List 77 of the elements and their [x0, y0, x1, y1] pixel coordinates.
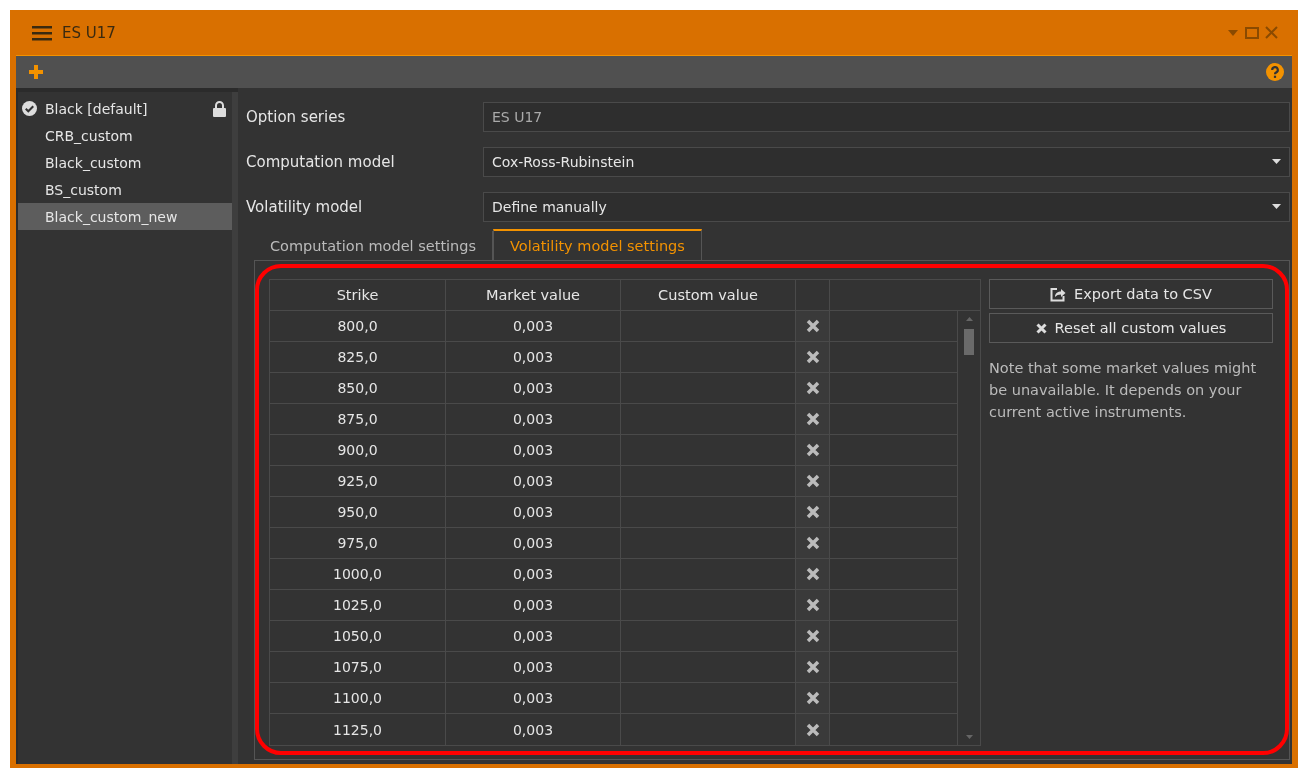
dropdown-field[interactable]: Cox-Ross-Rubinstein	[483, 146, 1290, 177]
table-cell: 975,0	[270, 528, 446, 559]
reset-button[interactable]: Reset all custom values	[989, 313, 1273, 343]
tab[interactable]: Computation model settings	[254, 231, 494, 260]
table-cell: 0,003	[446, 435, 621, 466]
tab[interactable]: Volatility model settings	[493, 229, 702, 260]
clear-icon	[1035, 322, 1047, 334]
table-cell: 0,003	[446, 373, 621, 404]
clear-icon[interactable]	[805, 443, 820, 457]
table-cell: 1000,0	[270, 559, 446, 590]
table-cell: 925,0	[270, 466, 446, 497]
export-button[interactable]: Export data to CSV	[989, 279, 1273, 309]
column-header: Custom value	[621, 280, 796, 311]
table-cell: 1050,0	[270, 621, 446, 652]
table-cell: 900,0	[270, 435, 446, 466]
table-cell: 950,0	[270, 497, 446, 528]
clear-icon[interactable]	[805, 381, 820, 395]
menu-icon[interactable]	[32, 24, 52, 41]
field-label: Option series	[246, 107, 347, 126]
table-cell: 0,003	[446, 559, 621, 590]
table-cell: 875,0	[270, 404, 446, 435]
table-cell: 0,003	[446, 404, 621, 435]
table-cell: 825,0	[270, 342, 446, 373]
scrollbar-thumb[interactable]	[964, 329, 974, 355]
lock-icon	[213, 100, 226, 117]
table-cell: 1025,0	[270, 590, 446, 621]
model-list-item[interactable]: Black [default]	[18, 95, 232, 122]
column-header: Market value	[446, 280, 621, 311]
table-cell: 1075,0	[270, 652, 446, 683]
table-cell: 0,003	[446, 497, 621, 528]
table-cell: 0,003	[446, 683, 621, 714]
scroll-up-icon[interactable]	[965, 317, 973, 321]
scroll-down-icon[interactable]	[965, 735, 973, 739]
column-header: Strike	[270, 280, 446, 311]
window-title: ES U17	[62, 23, 116, 42]
check-circle-icon	[22, 101, 37, 116]
table-cell: 800,0	[270, 311, 446, 342]
table-cell: 1125,0	[270, 714, 446, 745]
dropdown-caret-icon[interactable]	[1227, 28, 1239, 37]
add-icon[interactable]	[28, 64, 44, 80]
table-cell: 0,003	[446, 590, 621, 621]
field-label: Computation model	[246, 152, 396, 171]
clear-icon[interactable]	[805, 691, 820, 705]
note-text: Note that some market values might be unavailable. It depends on your current active instruments.	[989, 359, 1258, 422]
table-cell: 0,003	[446, 466, 621, 497]
dropdown-field[interactable]: Define manually	[483, 191, 1290, 222]
maximize-icon[interactable]	[1245, 26, 1259, 39]
model-list-item[interactable]: Black_custom	[18, 149, 232, 176]
table-cell: 0,003	[446, 311, 621, 342]
clear-icon[interactable]	[805, 319, 820, 333]
help-icon[interactable]	[1266, 63, 1284, 81]
table-cell: 0,003	[446, 652, 621, 683]
dropdown-caret-icon	[1272, 204, 1281, 209]
model-list-item[interactable]: Black_custom_new	[18, 203, 232, 230]
table-cell: 0,003	[446, 714, 621, 745]
close-icon[interactable]	[1265, 26, 1278, 39]
text-field[interactable]: ES U17	[483, 101, 1290, 132]
table-cell: 850,0	[270, 373, 446, 404]
table-cell: 0,003	[446, 621, 621, 652]
clear-icon[interactable]	[805, 567, 820, 581]
table-cell: 0,003	[446, 528, 621, 559]
table-cell: 0,003	[446, 342, 621, 373]
clear-icon[interactable]	[805, 350, 820, 364]
model-list-item[interactable]: CRB_custom	[18, 122, 232, 149]
clear-icon[interactable]	[805, 722, 820, 737]
clear-icon[interactable]	[805, 536, 820, 550]
clear-icon[interactable]	[805, 660, 820, 674]
clear-icon[interactable]	[805, 412, 820, 426]
clear-icon[interactable]	[805, 598, 820, 612]
clear-icon[interactable]	[805, 505, 820, 519]
field-label: Volatility model	[246, 197, 364, 216]
table-cell: 1100,0	[270, 683, 446, 714]
clear-icon[interactable]	[805, 474, 820, 488]
clear-icon[interactable]	[805, 629, 820, 643]
export-icon	[1050, 286, 1067, 302]
model-list-item[interactable]: BS_custom	[18, 176, 232, 203]
dropdown-caret-icon	[1272, 159, 1281, 164]
